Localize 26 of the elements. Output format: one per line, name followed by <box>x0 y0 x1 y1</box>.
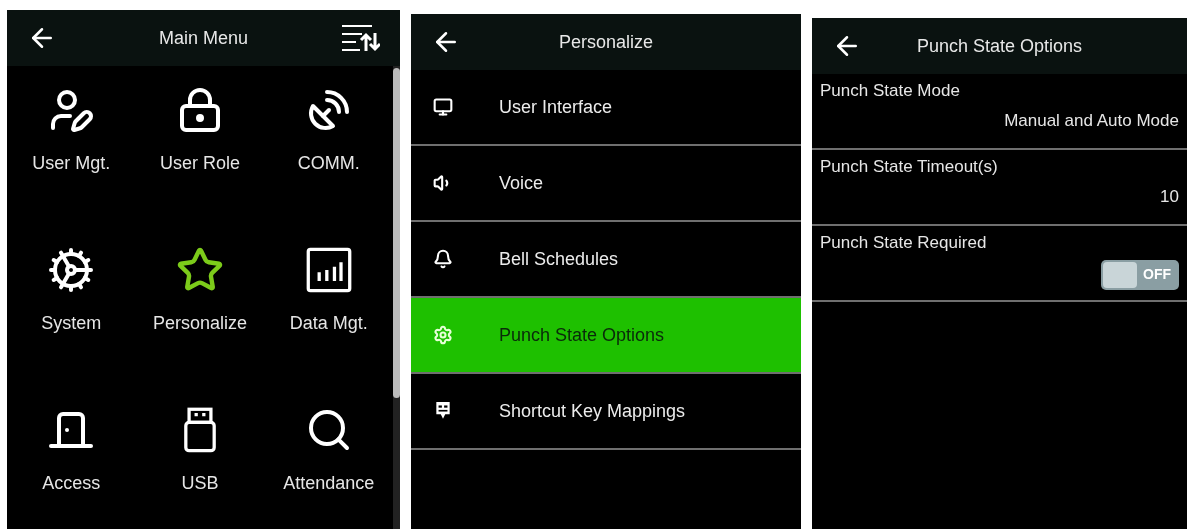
bell-icon <box>433 249 453 269</box>
setting-label: Punch State Timeout(s) <box>820 156 998 178</box>
menu-row[interactable]: Punch State Options <box>411 298 801 374</box>
menu-item[interactable]: USB <box>135 404 265 529</box>
sort-menu-icon[interactable] <box>340 23 380 53</box>
bar-chart-icon <box>304 246 353 294</box>
menu-item[interactable]: COMM. <box>264 84 393 244</box>
screen-title: Main Menu <box>158 26 248 50</box>
gear-icon <box>433 325 453 345</box>
menu-item[interactable]: User Role <box>135 84 265 244</box>
setting-value: 10 <box>1160 185 1179 208</box>
menu-item[interactable]: User Mgt. <box>7 84 136 244</box>
menu-item[interactable]: System <box>7 244 136 404</box>
monitor-icon <box>433 97 453 117</box>
menu-item[interactable]: Data Mgt. <box>264 244 393 404</box>
keypad-icon <box>433 401 453 421</box>
screen-title: Punch State Options <box>916 34 1083 58</box>
scrollbar[interactable] <box>393 66 400 529</box>
setting-label: Punch State Mode <box>820 80 960 102</box>
setting-label: Punch State Required <box>820 232 987 254</box>
gear-icon <box>47 246 96 294</box>
menu-item[interactable]: Attendance <box>264 404 393 529</box>
menu-item[interactable]: Access <box>7 404 136 529</box>
setting-value: Manual and Auto Mode <box>1004 109 1179 132</box>
menu-item[interactable]: Personalize <box>135 244 265 404</box>
screen-title: Personalize <box>558 30 654 54</box>
